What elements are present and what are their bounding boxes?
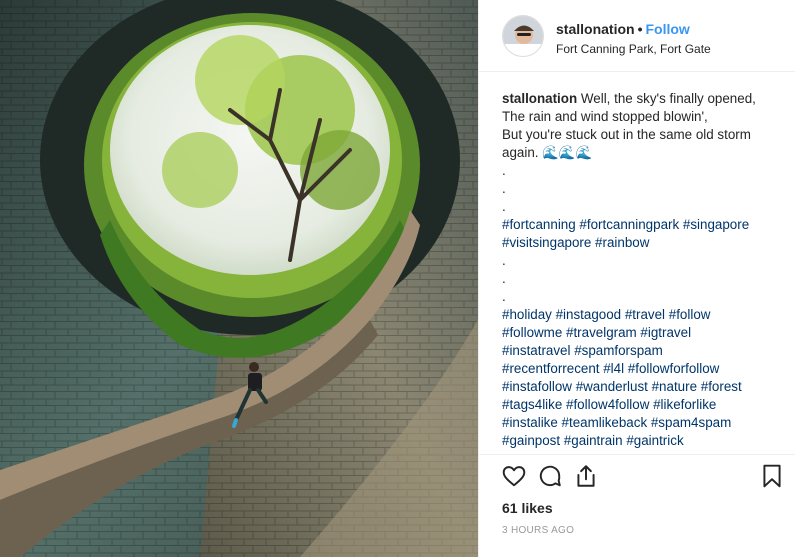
caption-text: Well, the sky's finally opened,: [580, 91, 756, 106]
hashtag-line[interactable]: #gainpost #gaintrain #gaintrick: [502, 432, 782, 450]
hashtag-line[interactable]: #followme #travelgram #igtravel: [502, 324, 782, 342]
share-button[interactable]: [573, 463, 601, 491]
hashtag-line[interactable]: #holiday #instagood #travel #follow: [502, 306, 782, 324]
share-icon: [577, 465, 595, 487]
header-line: stallonation • Follow: [556, 21, 786, 37]
caption-line: stallonation Well, the sky's finally ope…: [502, 90, 782, 108]
post-photo[interactable]: [0, 0, 478, 557]
comment-icon: [539, 465, 561, 487]
follow-button[interactable]: Follow: [645, 21, 689, 37]
caption-line: But you're stuck out in the same old sto…: [502, 127, 751, 142]
post-timestamp[interactable]: 3 HOURS AGO: [502, 525, 574, 536]
bookmark-icon: [763, 464, 781, 488]
instagram-post: stallonation • Follow Fort Canning Park, F…: [0, 0, 795, 557]
caption: stallonation Well, the sky's finally ope…: [502, 90, 782, 450]
caption-dot: .: [502, 163, 506, 178]
stairwell-photo: [0, 0, 478, 557]
save-button[interactable]: [759, 463, 787, 491]
username[interactable]: stallonation: [556, 21, 635, 37]
hashtag-line[interactable]: #tags4like #follow4follow #likeforlike: [502, 396, 782, 414]
caption-dot: .: [502, 253, 506, 268]
post-side-panel: stallonation • Follow Fort Canning Park, F…: [478, 0, 795, 557]
avatar[interactable]: [502, 15, 544, 57]
comment-button[interactable]: [537, 463, 565, 491]
hashtag-line[interactable]: #instalike #teamlikeback #spam4spam: [502, 414, 782, 432]
caption-username[interactable]: stallonation: [502, 91, 577, 106]
post-header: stallonation • Follow Fort Canning Park, F…: [479, 0, 795, 72]
post-footer: 61 likes 3 HOURS AGO: [479, 454, 795, 557]
hashtag-line[interactable]: #instatravel #spamforspam: [502, 342, 782, 360]
like-count[interactable]: 61 likes: [502, 500, 553, 516]
caption-dot: .: [502, 181, 506, 196]
caption-dot: .: [502, 289, 506, 304]
hashtag-line[interactable]: #fortcanning #fortcanningpark #singapore: [502, 216, 782, 234]
caption-line: again. 🌊🌊🌊: [502, 145, 593, 160]
hashtag-line[interactable]: #visitsingapore #rainbow: [502, 234, 782, 252]
location-link[interactable]: Fort Canning Park, Fort Gate: [556, 42, 786, 56]
like-button[interactable]: [501, 463, 529, 491]
hashtag-line[interactable]: #instafollow #wanderlust #nature #forest: [502, 378, 782, 396]
heart-icon: [502, 466, 526, 487]
separator: •: [637, 21, 643, 37]
post-header-text: stallonation • Follow Fort Canning Park, F…: [556, 21, 786, 56]
action-bar: [497, 463, 787, 491]
caption-dot: .: [502, 199, 506, 214]
caption-line: The rain and wind stopped blowin',: [502, 109, 708, 124]
caption-dot: .: [502, 271, 506, 286]
hashtag-line[interactable]: #recentforrecent #l4l #followforfollow: [502, 360, 782, 378]
